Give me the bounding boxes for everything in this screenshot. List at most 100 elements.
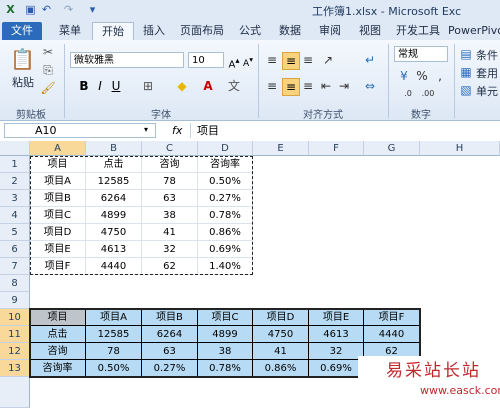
column-header[interactable]: B	[86, 141, 142, 156]
cell-styles-button[interactable]: 单元	[476, 83, 498, 99]
paste-icon[interactable]: 📋	[10, 46, 35, 72]
bold-button[interactable]: B	[76, 78, 92, 94]
align-left-icon[interactable]: ≡	[264, 78, 280, 94]
tab-formulas[interactable]: 公式	[232, 22, 268, 40]
orientation-icon[interactable]: ↗	[320, 52, 336, 68]
row-header[interactable]: 2	[0, 173, 30, 190]
conditional-format-icon[interactable]: ▤	[458, 46, 474, 62]
save-icon[interactable]: ▣	[24, 3, 37, 16]
table-cell[interactable]: 项目B	[142, 309, 198, 326]
table-cell[interactable]: 项目D	[253, 309, 309, 326]
row-header[interactable]: 1	[0, 156, 30, 173]
row-header[interactable]	[0, 377, 30, 408]
row-header[interactable]: 3	[0, 190, 30, 207]
column-header[interactable]: C	[142, 141, 198, 156]
table-cell[interactable]: 4750	[253, 326, 309, 343]
format-painter-icon[interactable]: 🖌	[40, 80, 56, 96]
align-top-icon[interactable]: ≡	[264, 52, 280, 68]
currency-icon[interactable]: ¥	[396, 68, 412, 84]
table-cell[interactable]: 0.69%	[309, 360, 364, 377]
table-cell[interactable]: 项目	[30, 309, 86, 326]
merge-center-icon[interactable]: ⇔	[362, 78, 378, 94]
tab-powerpivot[interactable]: PowerPivo	[448, 22, 500, 40]
row-header[interactable]: 8	[0, 275, 30, 292]
column-header[interactable]: H	[420, 141, 500, 156]
row-header[interactable]: 5	[0, 224, 30, 241]
column-header[interactable]: E	[253, 141, 309, 156]
table-cell[interactable]: 0.27%	[142, 360, 198, 377]
table-cell[interactable]: 点击	[30, 326, 86, 343]
tab-view[interactable]: 视图	[352, 22, 388, 40]
table-cell[interactable]: 4613	[309, 326, 364, 343]
tab-review[interactable]: 审阅	[312, 22, 348, 40]
format-as-table-icon[interactable]: ▦	[458, 64, 474, 80]
tab-developer[interactable]: 开发工具	[392, 22, 444, 40]
conditional-format-button[interactable]: 条件	[476, 47, 498, 63]
shrink-font-icon[interactable]: A▾	[240, 52, 256, 69]
table-cell[interactable]: 38	[198, 343, 253, 360]
comma-icon[interactable]: ,	[432, 68, 448, 84]
row-header[interactable]: 4	[0, 207, 30, 224]
table-cell[interactable]: 32	[309, 343, 364, 360]
column-header[interactable]: F	[309, 141, 364, 156]
table-cell[interactable]: 0.50%	[86, 360, 142, 377]
increase-decimal-icon[interactable]: .0	[400, 86, 416, 102]
fx-icon[interactable]: fx	[172, 124, 182, 137]
undo-icon[interactable]: ↶	[40, 3, 53, 16]
formula-input[interactable]: 项目	[190, 123, 498, 138]
wrap-text-icon[interactable]: ↵	[362, 52, 378, 68]
table-cell[interactable]: 咨询	[30, 343, 86, 360]
row-header[interactable]: 11	[0, 326, 30, 343]
table-cell[interactable]: 0.78%	[198, 360, 253, 377]
column-header[interactable]: G	[364, 141, 420, 156]
column-header[interactable]: A	[30, 141, 86, 156]
table-cell[interactable]: 63	[142, 343, 198, 360]
paste-button[interactable]: 粘贴	[12, 74, 34, 90]
table-cell[interactable]: 项目A	[86, 309, 142, 326]
tab-menu[interactable]: 菜单	[52, 22, 88, 40]
copy-icon[interactable]: ⎘	[40, 62, 56, 78]
italic-button[interactable]: I	[92, 78, 108, 94]
percent-icon[interactable]: %	[414, 68, 430, 84]
column-header[interactable]: D	[198, 141, 253, 156]
table-cell[interactable]: 12585	[86, 326, 142, 343]
redo-icon[interactable]: ↷	[62, 3, 75, 16]
row-header[interactable]: 10	[0, 309, 30, 326]
align-right-icon[interactable]: ≡	[300, 78, 316, 94]
align-bottom-icon[interactable]: ≡	[300, 52, 316, 68]
table-cell[interactable]: 6264	[142, 326, 198, 343]
font-color-icon[interactable]: A	[200, 78, 216, 94]
table-cell[interactable]: 咨询率	[30, 360, 86, 377]
customize-toolbar-icon[interactable]: ▾	[86, 3, 99, 16]
indent-icon[interactable]: ⇤	[318, 78, 334, 94]
table-cell[interactable]: 项目F	[364, 309, 420, 326]
row-header[interactable]: 12	[0, 343, 30, 360]
fill-color-icon[interactable]: ◆	[174, 78, 190, 94]
font-name-select[interactable]: 微软雅黑	[70, 52, 184, 68]
align-middle-icon[interactable]: ≡	[282, 52, 300, 70]
underline-button[interactable]: U	[108, 78, 124, 94]
table-cell[interactable]: 0.86%	[253, 360, 309, 377]
row-header[interactable]: 6	[0, 241, 30, 258]
number-format-select[interactable]: 常规	[394, 46, 448, 62]
row-header[interactable]: 13	[0, 360, 30, 377]
name-box[interactable]: A10	[4, 123, 156, 138]
table-cell[interactable]: 41	[253, 343, 309, 360]
borders-icon[interactable]: ⊞	[140, 78, 156, 94]
outdent-icon[interactable]: ⇥	[336, 78, 352, 94]
cut-icon[interactable]: ✂	[40, 44, 56, 60]
decrease-decimal-icon[interactable]: .00	[420, 86, 436, 102]
table-cell[interactable]: 项目C	[198, 309, 253, 326]
table-cell[interactable]: 78	[86, 343, 142, 360]
tab-page-layout[interactable]: 页面布局	[176, 22, 228, 40]
format-as-table-button[interactable]: 套用	[476, 65, 498, 81]
font-size-select[interactable]: 10	[188, 52, 224, 68]
table-cell[interactable]: 项目E	[309, 309, 364, 326]
tab-file[interactable]: 文件	[2, 22, 42, 40]
phonetic-icon[interactable]: 文	[226, 78, 242, 94]
tab-insert[interactable]: 插入	[136, 22, 172, 40]
select-all-corner[interactable]	[0, 141, 30, 156]
table-cell[interactable]: 4899	[198, 326, 253, 343]
row-header[interactable]: 9	[0, 292, 30, 309]
tab-data[interactable]: 数据	[272, 22, 308, 40]
